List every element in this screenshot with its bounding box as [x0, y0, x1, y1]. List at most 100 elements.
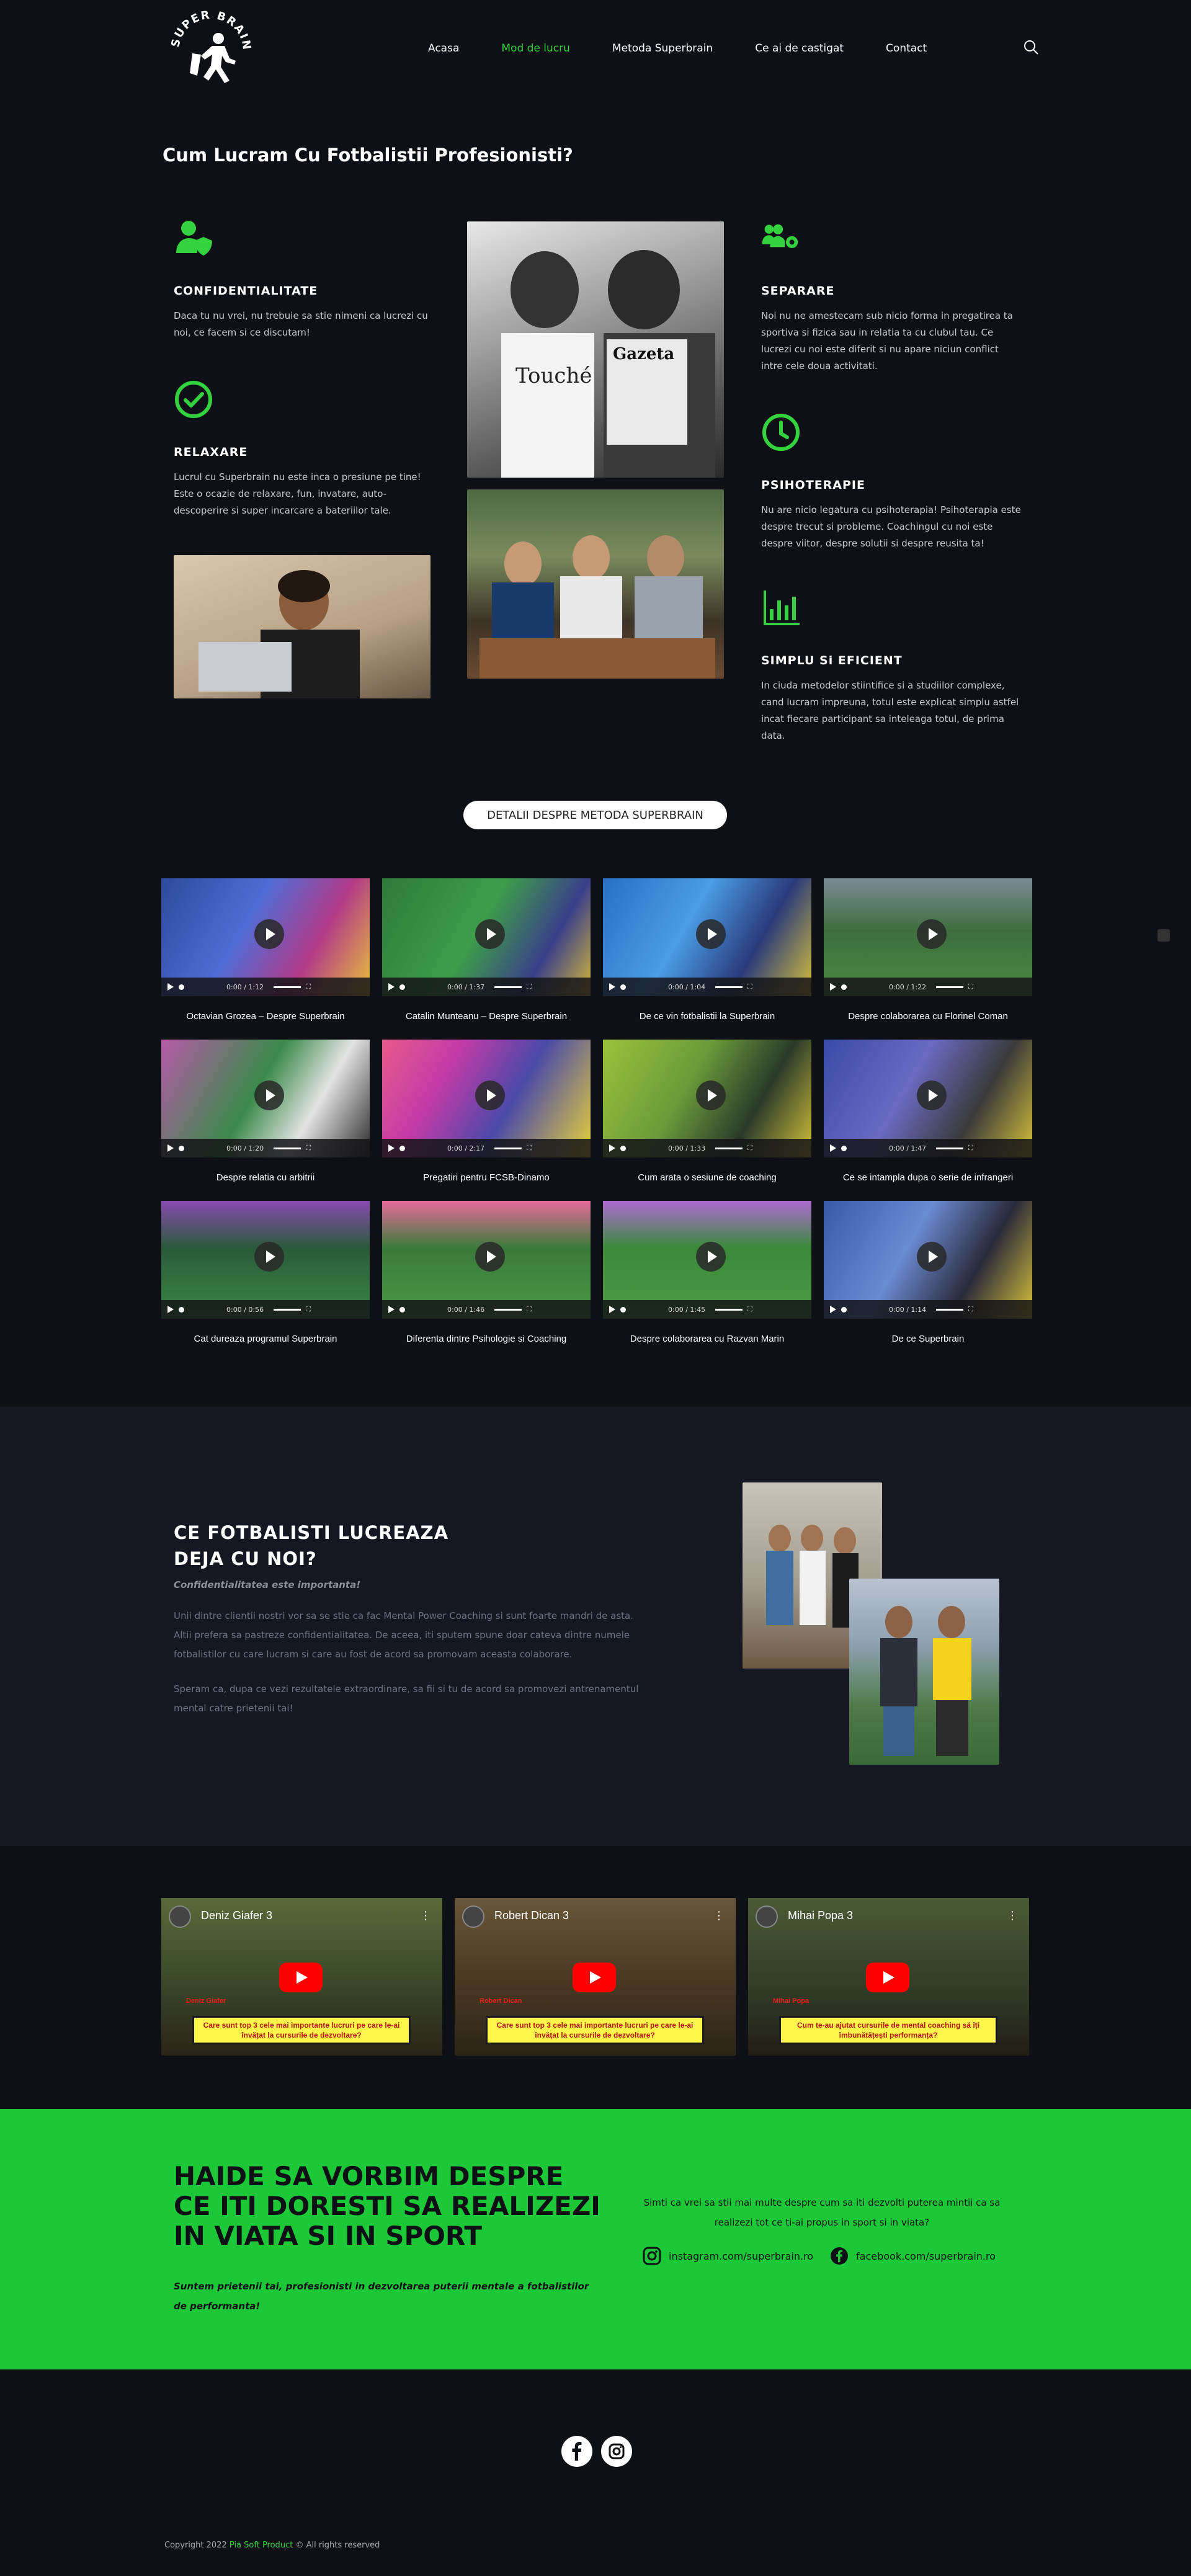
side-widget[interactable] — [1158, 929, 1170, 942]
volume-slider[interactable] — [715, 1308, 743, 1311]
seek-handle[interactable] — [841, 1145, 847, 1151]
seek-handle[interactable] — [841, 984, 847, 990]
video-controls[interactable]: 0:00 / 1:14 ⛶ — [824, 1300, 1032, 1319]
video-play-icon[interactable] — [254, 1242, 284, 1272]
facebook-link-text[interactable]: facebook.com/superbrain.ro — [856, 2250, 996, 2262]
youtube-title[interactable]: Deniz Giafer 3 — [201, 1909, 272, 1922]
superbrain-logo[interactable]: SUPER BRAIN — [167, 7, 254, 94]
seek-handle[interactable] — [620, 1306, 626, 1313]
video-controls[interactable]: 0:00 / 1:45 ⛶ — [603, 1300, 811, 1319]
volume-slider[interactable] — [936, 986, 964, 988]
fullscreen-icon[interactable]: ⛶ — [747, 1305, 752, 1314]
nav-ce-ai-de-castigat[interactable]: Ce ai de castigat — [755, 42, 844, 55]
volume-slider[interactable] — [274, 986, 301, 988]
seek-handle[interactable] — [179, 1145, 184, 1151]
youtube-embed-3[interactable]: Mihai Popa 3 ⋮ Mihai Popa Cum te-au ajut… — [748, 1898, 1029, 2056]
play-icon[interactable] — [388, 1144, 395, 1152]
seek-handle[interactable] — [399, 984, 405, 990]
video-player[interactable]: 0:00 / 1:45 ⛶ — [603, 1201, 811, 1319]
more-options-icon[interactable]: ⋮ — [420, 1909, 431, 1922]
video-player[interactable]: 0:00 / 1:37 ⛶ — [382, 878, 591, 996]
seek-handle[interactable] — [399, 1145, 405, 1151]
nav-mod-de-lucru[interactable]: Mod de lucru — [501, 42, 570, 55]
video-play-icon[interactable] — [696, 1081, 726, 1110]
video-controls[interactable]: 0:00 / 1:47 ⛶ — [824, 1139, 1032, 1157]
video-controls[interactable]: 0:00 / 1:37 ⛶ — [382, 978, 591, 996]
video-play-icon[interactable] — [475, 919, 505, 949]
volume-slider[interactable] — [715, 986, 743, 988]
video-controls[interactable]: 0:00 / 1:46 ⛶ — [382, 1300, 591, 1319]
more-options-icon[interactable]: ⋮ — [1007, 1909, 1018, 1922]
play-icon[interactable] — [830, 983, 836, 991]
footer-instagram-icon[interactable] — [601, 2436, 632, 2467]
nav-metoda-superbrain[interactable]: Metoda Superbrain — [612, 42, 713, 55]
fullscreen-icon[interactable]: ⛶ — [306, 1144, 311, 1152]
fullscreen-icon[interactable]: ⛶ — [968, 983, 973, 991]
fullscreen-icon[interactable]: ⛶ — [747, 1144, 752, 1152]
youtube-embed-2[interactable]: Robert Dican 3 ⋮ Robert Dican Care sunt … — [455, 1898, 736, 2056]
channel-avatar[interactable] — [169, 1905, 191, 1928]
play-icon[interactable] — [167, 983, 174, 991]
play-icon[interactable] — [167, 1306, 174, 1313]
copyright-brand-link[interactable]: Pia Soft Product — [230, 2541, 293, 2550]
video-controls[interactable]: 0:00 / 1:20 ⛶ — [161, 1139, 370, 1157]
seek-handle[interactable] — [179, 1306, 184, 1313]
youtube-title[interactable]: Robert Dican 3 — [494, 1909, 569, 1922]
fullscreen-icon[interactable]: ⛶ — [968, 1305, 973, 1314]
video-player[interactable]: 0:00 / 1:20 ⛶ — [161, 1040, 370, 1157]
seek-handle[interactable] — [620, 984, 626, 990]
fullscreen-icon[interactable]: ⛶ — [747, 983, 752, 991]
volume-slider[interactable] — [494, 1308, 522, 1311]
youtube-embed-1[interactable]: Deniz Giafer 3 ⋮ Deniz Giafer Care sunt … — [161, 1898, 442, 2056]
play-icon[interactable] — [388, 1306, 395, 1313]
video-play-icon[interactable] — [917, 1081, 947, 1110]
youtube-play-icon[interactable] — [279, 1963, 323, 1992]
video-play-icon[interactable] — [254, 1081, 284, 1110]
volume-slider[interactable] — [494, 986, 522, 988]
volume-slider[interactable] — [274, 1308, 301, 1311]
video-controls[interactable]: 0:00 / 2:17 ⛶ — [382, 1139, 591, 1157]
play-icon[interactable] — [609, 1144, 615, 1152]
volume-slider[interactable] — [494, 1147, 522, 1149]
youtube-play-icon[interactable] — [866, 1963, 909, 1992]
play-icon[interactable] — [609, 983, 615, 991]
play-icon[interactable] — [167, 1144, 174, 1152]
video-player[interactable]: 0:00 / 1:22 ⛶ — [824, 878, 1032, 996]
seek-handle[interactable] — [620, 1145, 626, 1151]
video-play-icon[interactable] — [475, 1081, 505, 1110]
search-icon[interactable] — [1022, 38, 1040, 56]
volume-slider[interactable] — [274, 1147, 301, 1149]
nav-contact[interactable]: Contact — [886, 42, 927, 55]
fullscreen-icon[interactable]: ⛶ — [968, 1144, 973, 1152]
detalii-metoda-button[interactable]: DETALII DESPRE METODA SUPERBRAIN — [463, 801, 727, 829]
volume-slider[interactable] — [715, 1147, 743, 1149]
video-controls[interactable]: 0:00 / 1:12 ⛶ — [161, 978, 370, 996]
video-controls[interactable]: 0:00 / 1:22 ⛶ — [824, 978, 1032, 996]
video-player[interactable]: 0:00 / 1:14 ⛶ — [824, 1201, 1032, 1319]
video-controls[interactable]: 0:00 / 1:33 ⛶ — [603, 1139, 811, 1157]
seek-handle[interactable] — [399, 1306, 405, 1313]
video-player[interactable]: 0:00 / 1:12 ⛶ — [161, 878, 370, 996]
video-play-icon[interactable] — [254, 919, 284, 949]
facebook-link[interactable]: facebook.com/superbrain.ro — [830, 2247, 996, 2265]
video-player[interactable]: 0:00 / 2:17 ⛶ — [382, 1040, 591, 1157]
seek-handle[interactable] — [841, 1306, 847, 1313]
more-options-icon[interactable]: ⋮ — [713, 1909, 725, 1922]
channel-avatar[interactable] — [756, 1905, 778, 1928]
youtube-play-icon[interactable] — [573, 1963, 616, 1992]
video-controls[interactable]: 0:00 / 0:56 ⛶ — [161, 1300, 370, 1319]
instagram-link-text[interactable]: instagram.com/superbrain.ro — [669, 2250, 813, 2262]
play-icon[interactable] — [830, 1144, 836, 1152]
fullscreen-icon[interactable]: ⛶ — [306, 1305, 311, 1314]
video-player[interactable]: 0:00 / 1:46 ⛶ — [382, 1201, 591, 1319]
fullscreen-icon[interactable]: ⛶ — [527, 1144, 532, 1152]
video-player[interactable]: 0:00 / 0:56 ⛶ — [161, 1201, 370, 1319]
instagram-link[interactable]: instagram.com/superbrain.ro — [643, 2247, 813, 2265]
video-player[interactable]: 0:00 / 1:04 ⛶ — [603, 878, 811, 996]
volume-slider[interactable] — [936, 1308, 964, 1311]
volume-slider[interactable] — [936, 1147, 964, 1149]
fullscreen-icon[interactable]: ⛶ — [527, 983, 532, 991]
play-icon[interactable] — [609, 1306, 615, 1313]
video-play-icon[interactable] — [696, 919, 726, 949]
seek-handle[interactable] — [179, 984, 184, 990]
